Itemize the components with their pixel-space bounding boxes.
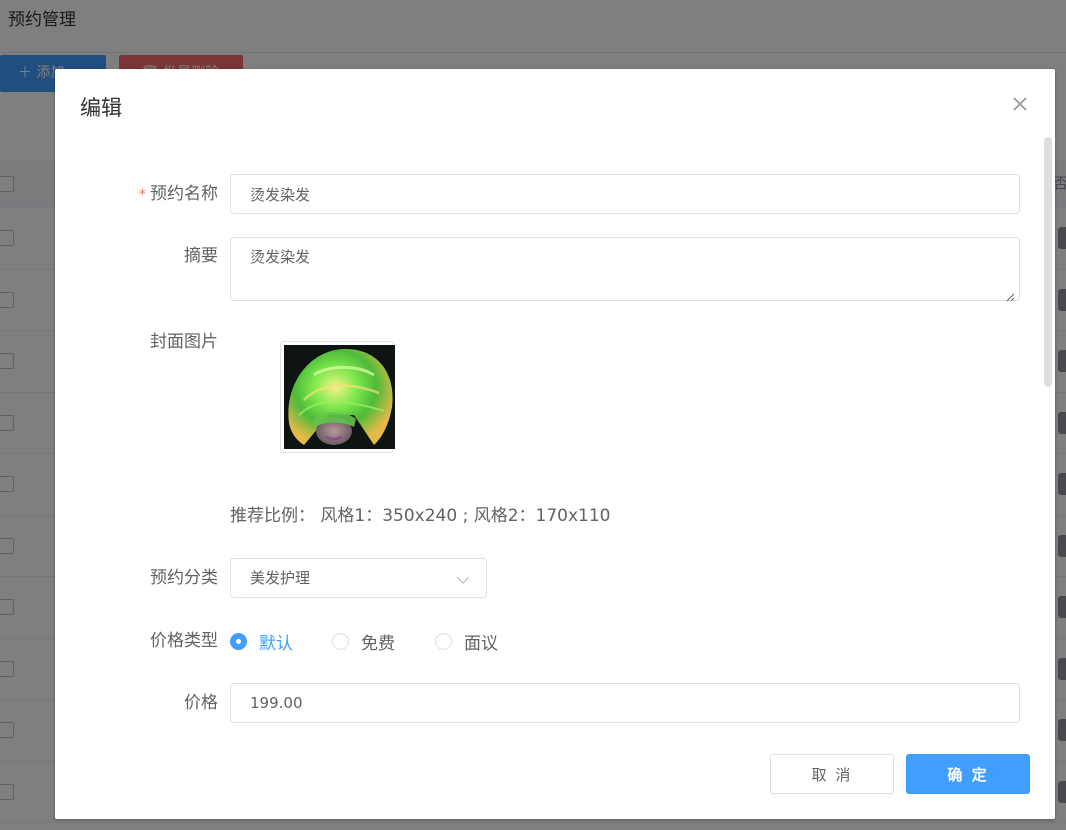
- close-icon[interactable]: [1011, 95, 1029, 113]
- dialog-scrollbar[interactable]: [1044, 137, 1052, 387]
- price-type-label: 价格类型: [150, 631, 218, 651]
- radio-free-label: 免费: [361, 633, 395, 654]
- edit-dialog: 编辑 *预约名称 摘要 烫发染发 封面图片: [55, 69, 1055, 819]
- radio-default-label: 默认: [259, 633, 293, 654]
- confirm-button[interactable]: 确 定: [906, 754, 1030, 794]
- name-label-text: 预约名称: [150, 184, 218, 204]
- cancel-button[interactable]: 取 消: [770, 754, 894, 794]
- cover-image-upload[interactable]: [280, 341, 395, 453]
- category-label: 预约分类: [150, 568, 218, 588]
- resize-handle-icon[interactable]: [1005, 287, 1015, 302]
- radio-unchecked-icon: [435, 632, 452, 650]
- cover-image: [284, 345, 395, 449]
- radio-negotiable-label: 面议: [464, 633, 498, 654]
- summary-textarea[interactable]: 烫发染发: [230, 237, 1020, 301]
- radio-checked-icon: [230, 632, 247, 650]
- radio-free[interactable]: 免费: [332, 630, 395, 654]
- name-label: * 预约名称: [78, 183, 218, 206]
- name-input[interactable]: [230, 174, 1020, 214]
- category-select-value: 美发护理: [250, 569, 311, 587]
- dialog-title: 编辑: [80, 96, 122, 120]
- cover-label: 封面图片: [150, 332, 218, 352]
- summary-label: 摘要: [184, 246, 218, 266]
- price-label: 价格: [184, 693, 218, 713]
- radio-default[interactable]: 默认: [230, 630, 293, 654]
- radio-negotiable[interactable]: 面议: [435, 630, 498, 654]
- radio-unchecked-icon: [332, 632, 349, 650]
- category-select[interactable]: 美发护理: [230, 558, 487, 598]
- required-mark: *: [139, 187, 146, 203]
- price-input[interactable]: [230, 683, 1020, 723]
- cover-ratio-hint: 推荐比例： 风格1：350x240 ; 风格2：170x110: [230, 506, 611, 526]
- chevron-down-icon: [456, 572, 470, 586]
